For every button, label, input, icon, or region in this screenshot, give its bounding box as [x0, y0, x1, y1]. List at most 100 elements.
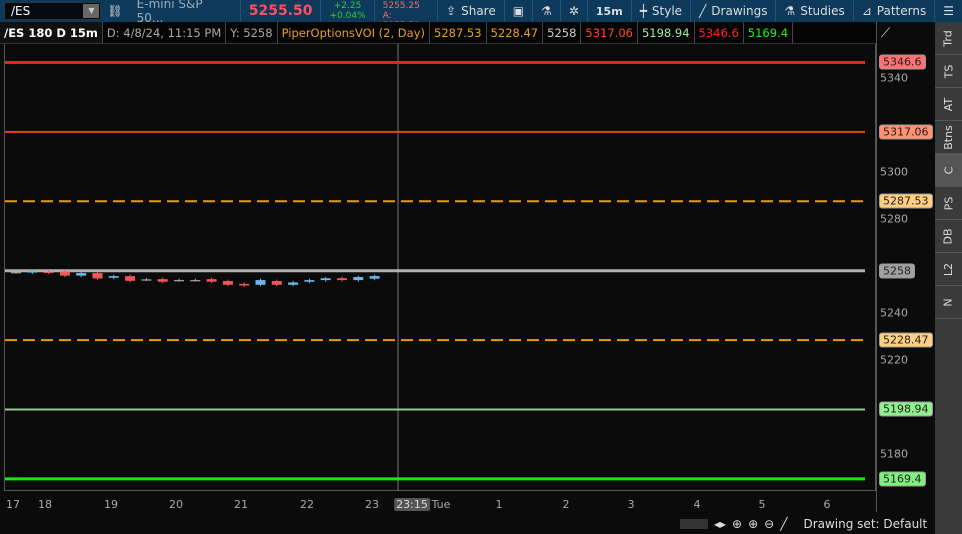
side-tab-label: Btns [942, 124, 955, 150]
x-tick-label: 5 [758, 498, 766, 511]
study-value: 5287.53 [430, 22, 487, 43]
study-value: 5228.47 [487, 22, 544, 43]
x-tick-label: 21 [234, 498, 248, 511]
candle [239, 283, 250, 286]
crosshair-icon[interactable]: ⊕ [732, 517, 742, 531]
candle [27, 270, 38, 273]
patterns-icon: ⊿ [861, 4, 872, 18]
y-tick-label: 5180 [880, 447, 908, 461]
candle [353, 277, 364, 281]
toolbar: /ES ▼ ⛓ E-mini S&P 50... 5255.50 +2.25 +0.… [0, 0, 962, 31]
candle [108, 276, 119, 278]
side-tab-ps[interactable]: PS [935, 187, 962, 220]
candle [11, 272, 21, 274]
share-button[interactable]: ⇪ Share [438, 0, 505, 22]
line-icon: ╱ [699, 4, 707, 18]
symbol-input[interactable]: /ES ▼ [4, 2, 102, 20]
x-tick-label: 19 [104, 498, 118, 511]
side-tab-label: DB [942, 227, 955, 245]
price-axis[interactable]: 5180 5220 5240 5280 5300 5340 ⟋ 5346.6 5317.06… [876, 22, 935, 512]
autoscale-icon[interactable]: ⟋ [881, 26, 890, 41]
side-tab-btns[interactable]: Btns [935, 121, 962, 154]
x-tick-label: 20 [169, 498, 183, 511]
side-tab-db[interactable]: DB [935, 220, 962, 253]
settings-button[interactable]: ✲ [561, 0, 588, 22]
draw-line-icon[interactable]: ╱ [780, 517, 787, 531]
x-tick-label: 6 [823, 498, 831, 511]
y-tick-label: 5240 [880, 306, 908, 320]
side-tab-l2[interactable]: L2 [935, 253, 962, 286]
x-tick-label: 4 [693, 498, 701, 511]
candle [304, 280, 315, 282]
drawings-button[interactable]: ╱ Drawings [691, 0, 777, 22]
level-price-tag: 5169.4 [879, 471, 926, 487]
x-tick-label: 23 [365, 498, 379, 511]
side-tab-label: L2 [941, 262, 955, 276]
bid: B: 5255.25 [382, 0, 420, 11]
x-tick-label: 17 [6, 498, 20, 511]
chevron-down-icon[interactable]: ▼ [83, 4, 100, 18]
y-tick-label: 5280 [880, 212, 908, 226]
zoom-out-icon[interactable]: ⊖ [764, 517, 774, 531]
candle [92, 273, 103, 279]
zoom-in-icon[interactable]: ⊕ [748, 517, 758, 531]
studies-button[interactable]: ⚗ Studies [776, 0, 854, 22]
x-tick-label: 1 [495, 498, 503, 511]
study-value: 5317.06 [581, 22, 638, 43]
candle [206, 279, 217, 282]
level-price-tag: 5287.53 [879, 193, 933, 209]
snapshot-button[interactable]: ▣ [505, 0, 534, 22]
candle [369, 276, 380, 279]
candle [76, 273, 87, 276]
share-icon: ⇪ [446, 4, 457, 18]
price-chart[interactable] [4, 44, 876, 491]
symbol-description: E-mini S&P 50... [129, 0, 241, 25]
side-tab-label: Trd [941, 29, 955, 47]
study-name[interactable]: PiperOptionsVOI (2, Day) [278, 22, 430, 43]
drawing-set-selector[interactable]: Drawing set: Default [803, 517, 927, 531]
camera-icon: ▣ [512, 4, 525, 18]
candle [320, 278, 331, 281]
menu-icon: ☰ [943, 4, 954, 18]
study-value: 5346.6 [695, 22, 744, 43]
side-tab-c[interactable]: C [935, 154, 962, 187]
bottom-controls: ◂▸ ⊕ ⊕ ⊖ ╱ Drawing set: Default [680, 514, 927, 534]
link-icon[interactable]: ⛓ [101, 0, 128, 22]
candle [157, 279, 168, 282]
side-tab-ts[interactable]: TS [935, 55, 962, 88]
side-tab-trd[interactable]: Trd [935, 22, 962, 55]
style-button[interactable]: ┿ Style [632, 0, 692, 22]
symbol-text: /ES [11, 4, 31, 18]
scrollbar[interactable] [680, 519, 708, 529]
level-price-tag: 5228.47 [879, 332, 933, 348]
side-tab-label: TS [941, 64, 955, 78]
side-tab-n[interactable]: N [935, 286, 962, 319]
x-tick-label: 2 [562, 498, 570, 511]
pan-icon[interactable]: ◂▸ [714, 517, 726, 531]
side-tab-at[interactable]: AT [935, 88, 962, 121]
flask-button[interactable]: ⚗ [533, 0, 561, 22]
x-tick-label: 22 [300, 498, 314, 511]
last-price: 5255.50 [241, 0, 322, 22]
patterns-button[interactable]: ⊿ Patterns [854, 0, 936, 22]
level-price-tag: 5317.06 [879, 124, 933, 140]
side-tab-label: AT [941, 97, 955, 111]
gear-icon: ✲ [568, 4, 579, 18]
side-panel-tabs: Trd TS AT Btns C PS DB L2 N [935, 22, 962, 534]
chart-header: /ES 180 D 15m D: 4/8/24, 11:15 PM Y: 525… [0, 22, 876, 44]
candle [174, 280, 184, 282]
y-tick-label: 5340 [880, 71, 908, 85]
flask-icon: ⚗ [784, 4, 796, 18]
timeframe-button[interactable]: 15m [588, 0, 632, 22]
side-tab-label: PS [942, 196, 955, 210]
study-value: 5198.94 [638, 22, 695, 43]
menu-button[interactable]: ☰ [935, 0, 962, 22]
cursor-time-tag: 23:15 [394, 498, 430, 511]
level-price-tag: 5198.94 [879, 401, 933, 417]
y-tick-label: 5300 [880, 165, 908, 179]
candle [222, 281, 233, 285]
chart-canvas[interactable] [5, 44, 877, 491]
candle [125, 276, 136, 281]
cursor-date: D: 4/8/24, 11:15 PM [103, 22, 227, 43]
side-tab-label: C [942, 166, 955, 174]
